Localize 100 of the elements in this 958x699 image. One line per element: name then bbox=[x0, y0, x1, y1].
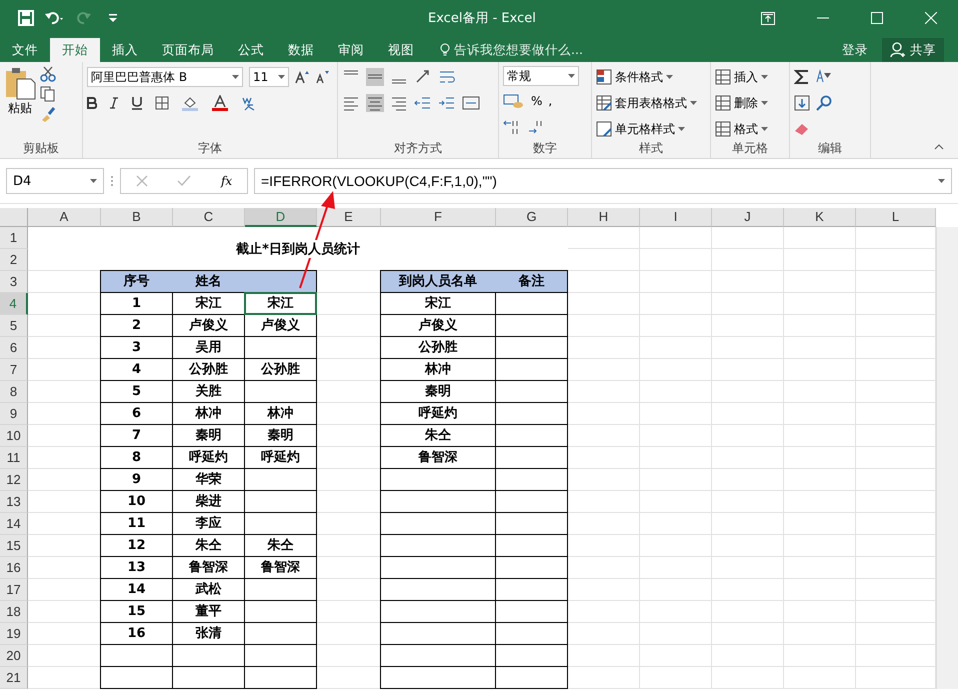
ribbon-tab[interactable]: 数据 bbox=[276, 38, 326, 62]
table-cell[interactable]: 公孙胜 bbox=[245, 359, 316, 380]
copy-icon[interactable] bbox=[40, 86, 56, 102]
table-cell[interactable]: 2 bbox=[101, 315, 172, 336]
table-cell[interactable]: 1 bbox=[101, 293, 172, 314]
conditional-format-button[interactable]: 条件格式 bbox=[596, 66, 697, 88]
cell-styles-button[interactable]: 单元格样式 bbox=[596, 118, 697, 140]
row-header[interactable]: 8 bbox=[0, 381, 28, 403]
percent-style-button[interactable]: % bbox=[531, 94, 542, 108]
insert-cells-button[interactable]: 插入 bbox=[715, 66, 768, 88]
save-icon[interactable] bbox=[18, 10, 34, 26]
customize-icon[interactable] bbox=[108, 12, 118, 24]
delete-cells-button[interactable]: 删除 bbox=[715, 92, 768, 114]
row-header[interactable]: 2 bbox=[0, 249, 28, 271]
table-header[interactable]: 到岗人员名单 bbox=[381, 271, 495, 292]
format-as-table-button[interactable]: 套用表格格式 bbox=[596, 92, 697, 114]
ribbon-tab[interactable]: 公式 bbox=[226, 38, 276, 62]
row-header[interactable]: 19 bbox=[0, 623, 28, 645]
table-cell[interactable]: 宋江 bbox=[173, 293, 244, 314]
table-cell[interactable]: 武松 bbox=[173, 579, 244, 600]
column-header[interactable]: E bbox=[317, 208, 381, 227]
table-cell[interactable]: 卢俊义 bbox=[245, 315, 316, 336]
ribbon-display-icon[interactable] bbox=[761, 12, 775, 24]
dropdown-arrow-icon[interactable] bbox=[666, 75, 673, 79]
row-header[interactable]: 9 bbox=[0, 403, 28, 425]
fill-down-icon[interactable] bbox=[794, 95, 810, 111]
table-cell[interactable]: 朱仝 bbox=[173, 535, 244, 556]
row-header[interactable]: 14 bbox=[0, 513, 28, 535]
column-header[interactable]: A bbox=[28, 208, 101, 227]
table-cell[interactable]: 10 bbox=[101, 491, 172, 512]
ribbon-tab[interactable]: 页面布局 bbox=[150, 38, 226, 62]
eraser-icon[interactable] bbox=[794, 121, 810, 137]
row-header[interactable]: 1 bbox=[0, 227, 28, 249]
dropdown-arrow-icon[interactable] bbox=[761, 75, 768, 79]
vertical-scrollbar[interactable] bbox=[936, 227, 958, 689]
row-header[interactable]: 16 bbox=[0, 557, 28, 579]
grow-font-icon[interactable] bbox=[295, 70, 309, 84]
ribbon-tab[interactable]: 文件 bbox=[0, 38, 50, 62]
maximize-icon[interactable] bbox=[871, 12, 883, 24]
table-cell[interactable]: 林冲 bbox=[245, 403, 316, 424]
undo-icon[interactable] bbox=[44, 10, 66, 26]
align-center-icon[interactable] bbox=[366, 94, 384, 112]
insert-function-button[interactable]: fx bbox=[220, 174, 232, 188]
table-cell[interactable]: 秦明 bbox=[245, 425, 316, 446]
dropdown-arrow-icon[interactable] bbox=[678, 127, 685, 131]
table-header[interactable]: 备注 bbox=[496, 271, 567, 292]
table-cell[interactable]: 公孙胜 bbox=[381, 337, 495, 358]
formula-field[interactable]: =IFERROR(VLOOKUP(C4,F:F,1,0),"") bbox=[254, 168, 952, 194]
sum-icon[interactable] bbox=[794, 69, 810, 85]
table-cell[interactable]: 林冲 bbox=[173, 403, 244, 424]
column-header[interactable]: L bbox=[856, 208, 936, 227]
comma-style-button[interactable]: , bbox=[548, 94, 552, 108]
table-cell[interactable]: 鲁智深 bbox=[245, 557, 316, 578]
ribbon-tab[interactable]: 开始 bbox=[50, 38, 100, 62]
sort-filter-icon[interactable] bbox=[816, 69, 832, 85]
table-cell[interactable]: 8 bbox=[101, 447, 172, 468]
table-cell[interactable]: 李应 bbox=[173, 513, 244, 534]
column-header[interactable]: H bbox=[568, 208, 640, 227]
dropdown-arrow-icon[interactable] bbox=[761, 127, 768, 131]
close-icon[interactable] bbox=[925, 12, 937, 24]
column-header[interactable]: G bbox=[496, 208, 568, 227]
column-header[interactable]: J bbox=[712, 208, 784, 227]
row-header[interactable]: 10 bbox=[0, 425, 28, 447]
format-cells-button[interactable]: 格式 bbox=[715, 118, 768, 140]
row-header[interactable]: 5 bbox=[0, 315, 28, 337]
merge-center-icon[interactable] bbox=[462, 94, 480, 112]
table-cell[interactable]: 呼延灼 bbox=[245, 447, 316, 468]
table-cell[interactable]: 15 bbox=[101, 601, 172, 622]
row-header[interactable]: 18 bbox=[0, 601, 28, 623]
row-header[interactable]: 17 bbox=[0, 579, 28, 601]
column-header[interactable]: I bbox=[640, 208, 712, 227]
row-header[interactable]: 13 bbox=[0, 491, 28, 513]
table-cell[interactable]: 12 bbox=[101, 535, 172, 556]
paste-button[interactable]: 粘贴 bbox=[4, 66, 36, 140]
table-cell[interactable]: 鲁智深 bbox=[173, 557, 244, 578]
table-cell[interactable]: 卢俊义 bbox=[173, 315, 244, 336]
dropdown-arrow-icon[interactable] bbox=[90, 179, 97, 183]
row-header[interactable]: 12 bbox=[0, 469, 28, 491]
dropdown-arrow-icon[interactable] bbox=[278, 75, 285, 79]
table-cell[interactable]: 吴用 bbox=[173, 337, 244, 358]
table-cell[interactable]: 张清 bbox=[173, 623, 244, 644]
ribbon-tab[interactable]: 视图 bbox=[376, 38, 426, 62]
currency-icon[interactable] bbox=[503, 93, 525, 109]
font-size-dropdown[interactable]: 11 bbox=[249, 67, 289, 87]
font-color-icon[interactable] bbox=[211, 95, 229, 111]
table-cell[interactable]: 秦明 bbox=[173, 425, 244, 446]
underline-icon[interactable] bbox=[131, 96, 143, 110]
table-cell[interactable]: 呼延灼 bbox=[381, 403, 495, 424]
table-cell[interactable]: 9 bbox=[101, 469, 172, 490]
expand-icon[interactable] bbox=[938, 179, 945, 183]
bold-icon[interactable] bbox=[87, 97, 97, 109]
column-header[interactable]: D bbox=[245, 208, 317, 227]
share-button[interactable]: 共享 bbox=[882, 38, 944, 62]
tell-me-field[interactable]: 告诉我您想要做什么... bbox=[454, 42, 583, 58]
row-header[interactable]: 11 bbox=[0, 447, 28, 469]
table-header[interactable]: 姓名 bbox=[173, 271, 244, 292]
table-cell[interactable]: 公孙胜 bbox=[173, 359, 244, 380]
table-cell[interactable]: 林冲 bbox=[381, 359, 495, 380]
name-box[interactable]: D4 bbox=[6, 168, 104, 194]
search-icon[interactable] bbox=[816, 95, 832, 111]
